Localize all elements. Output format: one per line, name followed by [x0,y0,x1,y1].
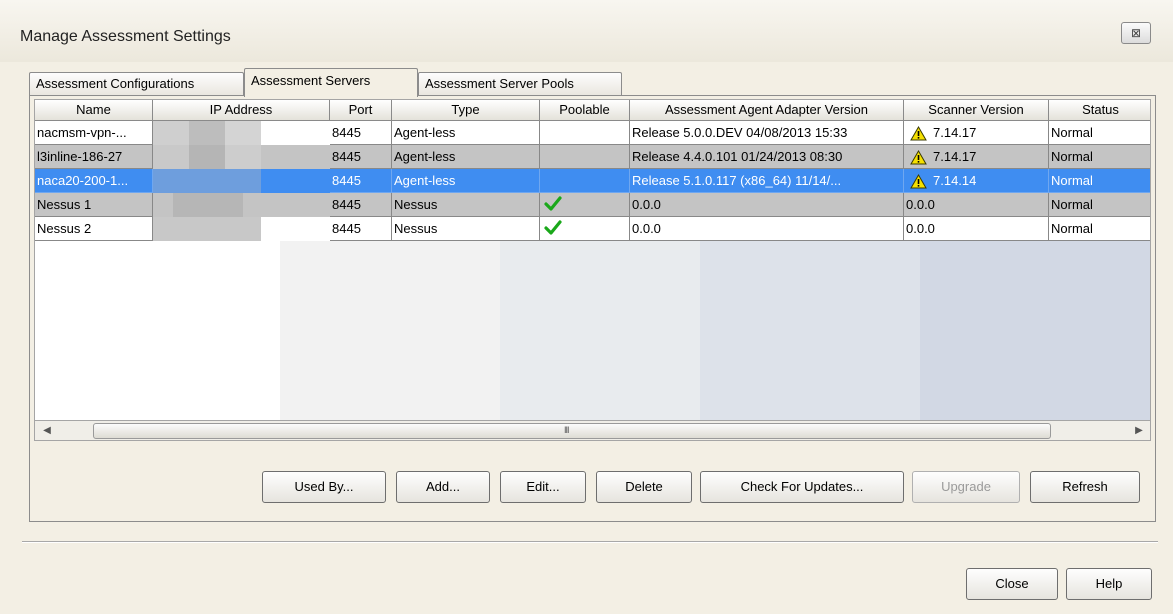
scrollbar-thumb[interactable]: III [93,423,1051,439]
warning-triangle-icon [910,174,927,189]
green-check-icon [544,196,562,211]
refresh-button[interactable]: Refresh [1030,471,1140,503]
ip-address-redacted [153,121,330,145]
table-row-selected[interactable]: naca20-200-1... 8445 Agent-less Release … [35,169,1150,193]
cell-name: nacmsm-vpn-... [35,121,153,145]
column-header-status[interactable]: Status [1049,100,1150,121]
warning-triangle-icon [910,150,927,165]
table-row[interactable]: Nessus 2 8445 Nessus 0.0.0 0.0.0 Normal [35,217,1150,241]
ip-address-redacted [153,169,330,193]
table-header: Name IP Address Port Type Poolable Asses… [35,100,1150,121]
cell-port: 8445 [330,193,392,217]
cell-status: Normal [1049,121,1150,145]
ip-address-redacted [153,193,330,217]
ip-address-redacted [153,217,330,241]
table-row[interactable]: Nessus 1 8445 Nessus 0.0.0 0.0.0 Normal [35,193,1150,217]
tab-assessment-server-pools[interactable]: Assessment Server Pools [418,72,622,96]
edit-button[interactable]: Edit... [500,471,586,503]
cell-type: Nessus [392,217,540,241]
cell-status: Normal [1049,217,1150,241]
cell-type: Agent-less [392,169,540,193]
cell-port: 8445 [330,169,392,193]
cell-adapter-version: Release 5.1.0.117 (x86_64) 11/14/... [630,169,904,193]
cell-adapter-version: 0.0.0 [630,217,904,241]
cell-port: 8445 [330,145,392,169]
cell-type: Agent-less [392,121,540,145]
table-row[interactable]: nacmsm-vpn-... 8445 Agent-less Release 5… [35,121,1150,145]
column-header-name[interactable]: Name [35,100,153,121]
cell-poolable [540,217,630,241]
cell-scanner-version: 7.14.17 [904,145,1049,169]
cell-adapter-version: 0.0.0 [630,193,904,217]
column-header-ip-address[interactable]: IP Address [153,100,330,121]
cell-type: Agent-less [392,145,540,169]
manage-assessment-settings-dialog: Manage Assessment Settings ⊠ Assessment … [0,0,1173,614]
scanner-version-text: 7.14.17 [933,125,977,140]
close-window-icon[interactable]: ⊠ [1121,22,1151,44]
table-row[interactable]: l3inline-186-27 8445 Agent-less Release … [35,145,1150,169]
cell-poolable [540,121,630,145]
divider [22,541,1158,543]
column-header-scanner-version[interactable]: Scanner Version [904,100,1049,121]
cell-scanner-version: 0.0.0 [904,217,1049,241]
cell-name: naca20-200-1... [35,169,153,193]
warning-triangle-icon [910,126,927,141]
cell-name: Nessus 1 [35,193,153,217]
tab-assessment-servers[interactable]: Assessment Servers [244,68,418,97]
delete-button[interactable]: Delete [596,471,692,503]
cell-scanner-version: 7.14.14 [904,169,1049,193]
cell-poolable [540,193,630,217]
cell-status: Normal [1049,169,1150,193]
cell-name: Nessus 2 [35,217,153,241]
tab-assessment-configurations[interactable]: Assessment Configurations [29,72,244,96]
cell-port: 8445 [330,121,392,145]
check-for-updates-button[interactable]: Check For Updates... [700,471,904,503]
cell-poolable [540,145,630,169]
scroll-right-icon[interactable]: ▶ [1131,423,1147,439]
cell-name: l3inline-186-27 [35,145,153,169]
cell-adapter-version: Release 4.4.0.101 01/24/2013 08:30 [630,145,904,169]
assessment-servers-table[interactable]: Name IP Address Port Type Poolable Asses… [34,99,1151,421]
cell-status: Normal [1049,193,1150,217]
cell-scanner-version: 0.0.0 [904,193,1049,217]
cell-port: 8445 [330,217,392,241]
cell-status: Normal [1049,145,1150,169]
horizontal-scrollbar[interactable]: ◀ III ▶ [34,421,1151,441]
upgrade-button[interactable]: Upgrade [912,471,1020,503]
column-header-adapter-version[interactable]: Assessment Agent Adapter Version [630,100,904,121]
column-header-poolable[interactable]: Poolable [540,100,630,121]
title-bar: Manage Assessment Settings ⊠ [0,0,1173,62]
add-button[interactable]: Add... [396,471,490,503]
scanner-version-text: 7.14.17 [933,149,977,164]
green-check-icon [544,220,562,235]
dialog-title: Manage Assessment Settings [20,28,231,45]
ip-address-redacted [153,145,330,169]
column-header-type[interactable]: Type [392,100,540,121]
cell-scanner-version: 7.14.17 [904,121,1049,145]
cell-poolable [540,169,630,193]
scrollbar-grip: III [564,425,569,435]
close-button[interactable]: Close [966,568,1058,600]
help-button[interactable]: Help [1066,568,1152,600]
used-by-button[interactable]: Used By... [262,471,386,503]
scanner-version-text: 7.14.14 [933,173,977,188]
cell-adapter-version: Release 5.0.0.DEV 04/08/2013 15:33 [630,121,904,145]
scroll-left-icon[interactable]: ◀ [39,423,55,439]
cell-type: Nessus [392,193,540,217]
column-header-port[interactable]: Port [330,100,392,121]
